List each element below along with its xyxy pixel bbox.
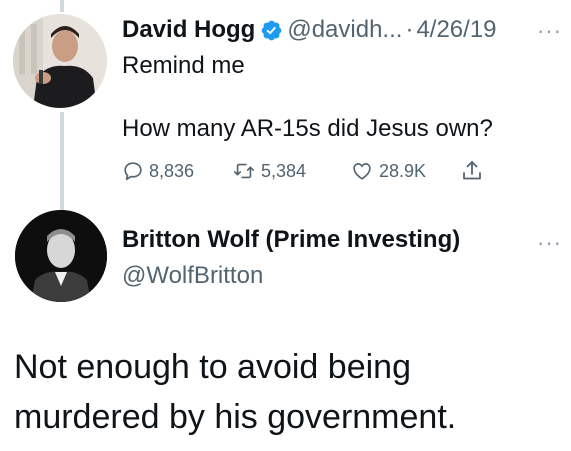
tweet-header: David Hogg @davidh... · 4/26/19: [122, 10, 562, 50]
share-icon: [460, 159, 484, 183]
like-button[interactable]: 28.9K: [350, 160, 460, 182]
avatar-photo-britton: [15, 210, 107, 302]
tweet-reply-text: Not enough to avoid being murdered by hi…: [14, 348, 457, 436]
more-options-icon[interactable]: ···: [537, 230, 562, 256]
tweet-actions: 8,836 5,384 28.9K: [122, 159, 562, 183]
tweet-original[interactable]: David Hogg @davidh... · 4/26/19 ··· Remi…: [122, 10, 562, 145]
avatar-photo-david: [13, 14, 107, 108]
author-name[interactable]: David Hogg: [122, 16, 255, 44]
retweet-count: 5,384: [261, 160, 307, 181]
thread-line-connector: [60, 112, 64, 212]
verified-badge-icon: [260, 19, 283, 42]
avatar[interactable]: [15, 210, 107, 302]
separator: ·: [405, 16, 414, 43]
reply-button[interactable]: 8,836: [122, 160, 232, 182]
heart-icon: [350, 160, 374, 182]
avatar[interactable]: [13, 14, 107, 108]
author-name[interactable]: Britton Wolf (Prime Investing): [122, 226, 460, 254]
tweet-text-line: Remind me: [122, 52, 245, 79]
retweet-button[interactable]: 5,384: [232, 160, 350, 182]
reply-count: 8,836: [149, 160, 195, 181]
author-handle[interactable]: @WolfBritton: [122, 262, 263, 290]
tweet-text-line: How many AR-15s did Jesus own?: [122, 115, 493, 142]
more-options-icon[interactable]: ···: [537, 18, 562, 44]
reply-icon: [122, 160, 144, 182]
thread-line-top: [60, 0, 64, 12]
share-button[interactable]: [460, 159, 484, 183]
author-handle[interactable]: @davidh...: [287, 16, 402, 44]
retweet-icon: [232, 160, 256, 182]
tweet-date[interactable]: 4/26/19: [416, 16, 496, 44]
like-count: 28.9K: [379, 160, 427, 181]
